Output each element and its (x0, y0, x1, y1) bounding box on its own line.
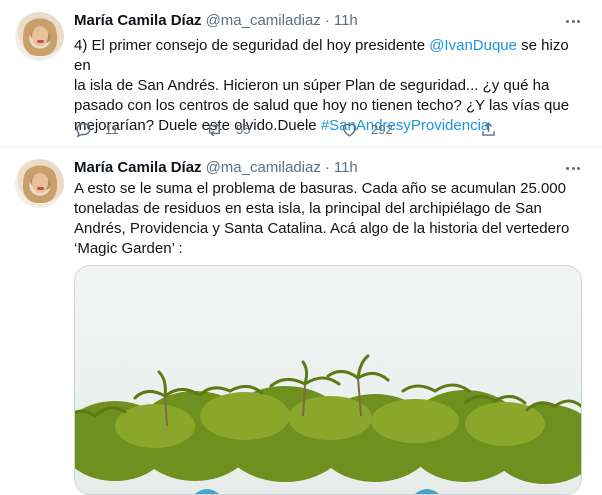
tweet-line: A esto se le suma el problema de basuras… (74, 180, 566, 197)
tweet-line: ‘Magic Garden’ : (74, 240, 183, 257)
tweet-line: 4) El primer consejo de seguridad del ho… (74, 37, 569, 74)
comment-icon (76, 122, 91, 138)
retweet-count: 55 (236, 121, 251, 137)
mention-link[interactable]: @IvanDuque (429, 37, 517, 54)
share-icon (482, 121, 495, 136)
tweet-line: la isla de San Andrés. Hicieron un súper… (74, 77, 550, 94)
separator-dot: · (324, 159, 330, 176)
tweet-line: toneladas de residuos en esta isla, la p… (74, 200, 542, 217)
tweet-line: Andrés, Providencia y Santa Catalina. Ac… (74, 220, 570, 237)
separator-dot: · (324, 12, 330, 29)
more-dots-icon[interactable] (564, 159, 582, 177)
reply-button[interactable]: 11 (74, 118, 119, 140)
avatar[interactable] (15, 159, 64, 208)
heart-icon (342, 123, 357, 137)
share-button[interactable] (479, 118, 498, 140)
like-count: 292 (371, 121, 393, 137)
tweet-text: A esto se le suma el problema de basuras… (74, 179, 586, 259)
tweet-time[interactable]: 11h (334, 159, 358, 176)
like-button[interactable]: 292 (340, 118, 393, 140)
tweet-actions: 11 55 292 (74, 118, 514, 140)
tweet-photo[interactable] (74, 265, 582, 495)
tweet-line: pasado con los centros de salud que hoy … (74, 97, 570, 114)
reply-count: 11 (105, 121, 119, 137)
tweet-header: María Camila Díaz @ma_camiladiaz · 11h (74, 11, 358, 31)
avatar[interactable] (15, 12, 64, 61)
more-dots-icon[interactable] (564, 12, 582, 30)
retweet-button[interactable]: 55 (205, 118, 250, 140)
author-handle[interactable]: @ma_camiladiaz (206, 12, 321, 29)
tweet-time[interactable]: 11h (334, 12, 358, 29)
tweet-1[interactable]: María Camila Díaz @ma_camiladiaz · 11h 4) E… (0, 0, 602, 148)
palm-trees-image (75, 266, 581, 494)
author-name[interactable]: María Camila Díaz (74, 159, 202, 176)
tweet-header: María Camila Díaz @ma_camiladiaz · 11h (74, 158, 358, 178)
author-name[interactable]: María Camila Díaz (74, 12, 202, 29)
author-handle[interactable]: @ma_camiladiaz (206, 159, 321, 176)
retweet-icon (209, 122, 220, 136)
tweet-2[interactable]: María Camila Díaz @ma_camiladiaz · 11h A es… (0, 149, 602, 495)
